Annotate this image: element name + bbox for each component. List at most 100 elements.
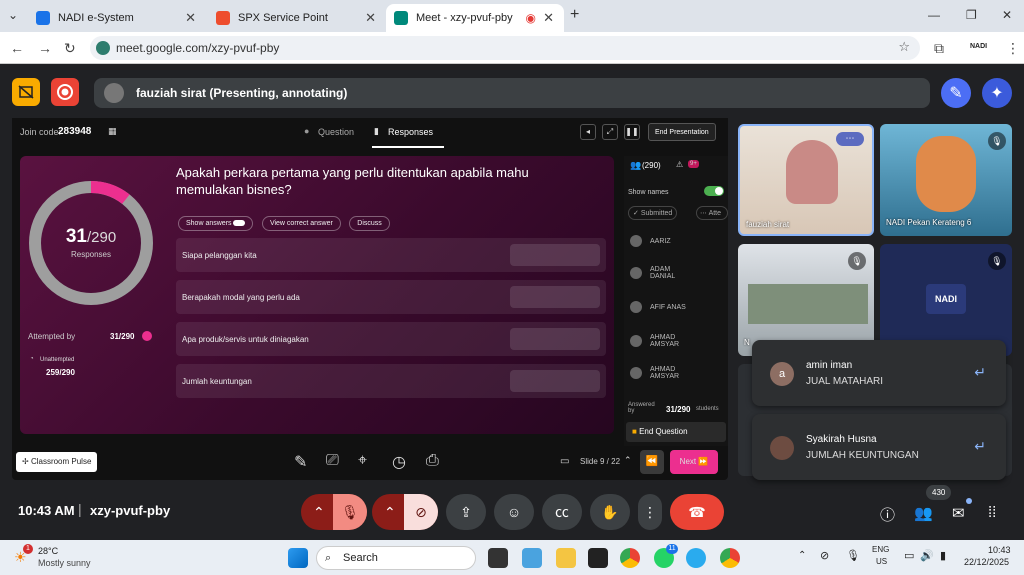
- info-icon[interactable]: ⓘ: [880, 504, 895, 525]
- pen-icon[interactable]: ✎: [294, 452, 307, 472]
- address-bar: ← → ↻ meet.google.com/xzy-pvuf-pby ☆ ⧉ N…: [0, 32, 1024, 64]
- chrome-active-icon[interactable]: [720, 548, 740, 568]
- activities-icon[interactable]: ⁞⁞: [988, 504, 996, 521]
- responses-count: 31: [65, 226, 87, 247]
- tab-responses[interactable]: Responses: [388, 127, 433, 137]
- people-icon[interactable]: 👥: [914, 504, 933, 522]
- participant-tile[interactable]: 🎙 NADI Pekan Kerateng 6: [880, 124, 1012, 236]
- tab-title: Meet - xzy-pvuf-pby: [416, 12, 513, 24]
- battery-icon[interactable]: ▮: [940, 549, 946, 562]
- emoji-icon[interactable]: ☺: [494, 494, 534, 530]
- taskbar-search[interactable]: ⌕ Search: [316, 546, 476, 570]
- nadi-logo: NADI: [926, 284, 966, 314]
- site-info-icon[interactable]: [96, 41, 110, 55]
- show-names-toggle[interactable]: [704, 186, 724, 196]
- present-screen-icon[interactable]: ⇪: [446, 494, 486, 530]
- participant-tile[interactable]: ⋯ fauziah sirat: [738, 124, 874, 236]
- screenshot-icon[interactable]: ⎙: [426, 452, 439, 470]
- show-names-label: Show names: [628, 189, 669, 196]
- next-slide-button[interactable]: Next ⏩: [670, 450, 718, 474]
- volume-icon[interactable]: 🔊: [920, 549, 934, 562]
- captions-icon[interactable]: ㏄: [542, 494, 582, 530]
- language-secondary[interactable]: US: [876, 557, 887, 566]
- leave-call-icon[interactable]: ☎: [670, 494, 724, 530]
- language-primary[interactable]: ENG: [872, 545, 889, 554]
- tab-favicon-icon: [36, 11, 50, 25]
- forward-icon[interactable]: →: [38, 40, 52, 56]
- whiteboard-icon[interactable]: ⎚: [326, 452, 339, 470]
- chat-notification[interactable]: Syakirah Husna JUMLAH KEUNTUNGAN ↵: [752, 414, 1006, 480]
- chrome-icon[interactable]: [620, 548, 640, 568]
- extensions-icon[interactable]: ⧉: [934, 40, 944, 57]
- qr-icon[interactable]: ▦: [108, 126, 117, 137]
- tab-question[interactable]: Question: [318, 127, 354, 137]
- clock-date[interactable]: 22/12/2025: [964, 557, 1009, 567]
- tab-search-icon[interactable]: ⌄: [8, 8, 18, 22]
- menu-kebab-icon[interactable]: ⋮: [1006, 40, 1020, 57]
- previous-slide-button[interactable]: ⏪: [640, 450, 664, 474]
- photos-icon[interactable]: [522, 548, 542, 568]
- mic-control[interactable]: ⌃ 🎙: [301, 494, 367, 530]
- show-hidden-icons-icon[interactable]: ⌃: [798, 550, 806, 561]
- view-correct-answer-button[interactable]: View correct answer: [261, 216, 341, 231]
- stage-header: Join code: 283948 ▦ ● Question ▮ Respons…: [12, 118, 728, 148]
- classroom-pulse-button[interactable]: ✢ Classroom Pulse: [16, 452, 98, 472]
- camera-off-icon[interactable]: ⊘: [404, 494, 438, 530]
- discuss-button[interactable]: Discuss: [349, 216, 390, 231]
- submitted-filter[interactable]: ✓ Submitted: [628, 206, 678, 220]
- student-name: AFIF ANAS: [650, 303, 686, 311]
- mic-off-icon[interactable]: 🎙: [333, 494, 367, 530]
- end-presentation-button[interactable]: End Presentation: [648, 123, 716, 141]
- chat-notification[interactable]: a amin iman JUAL MATAHARI ↵: [752, 340, 1006, 406]
- clock-time[interactable]: 10:43: [988, 545, 1011, 555]
- close-tab-icon[interactable]: ✕: [185, 10, 196, 26]
- file-explorer-icon[interactable]: [556, 548, 576, 568]
- reply-icon[interactable]: ↵: [974, 364, 986, 381]
- chat-icon[interactable]: ✉: [952, 504, 965, 522]
- reply-icon[interactable]: ↵: [974, 438, 986, 455]
- students-panel: 👥 (290) ⚠ 9+ Show names ✓ Submitted ⋯ At…: [624, 156, 728, 446]
- new-tab-icon[interactable]: +: [570, 6, 579, 24]
- profile-badge[interactable]: NADI: [970, 43, 987, 50]
- task-view-icon[interactable]: [488, 548, 508, 568]
- bookmark-star-icon[interactable]: ☆: [898, 39, 910, 55]
- gemini-icon[interactable]: ✦: [982, 78, 1012, 108]
- timer-icon[interactable]: ◷: [392, 452, 406, 472]
- student-row: AARIZ: [630, 230, 726, 252]
- raise-hand-icon[interactable]: ✋: [590, 494, 630, 530]
- mute-audio-icon[interactable]: ◂: [580, 124, 596, 140]
- slide-chevron-up-icon[interactable]: ⌃: [624, 455, 632, 466]
- tab-spx[interactable]: SPX Service Point ✕: [208, 4, 386, 32]
- annotate-pen-icon[interactable]: ✎: [941, 78, 971, 108]
- record-icon[interactable]: [51, 78, 79, 106]
- network-off-icon[interactable]: ⊘: [820, 549, 829, 562]
- display-icon[interactable]: ▭: [904, 549, 914, 562]
- back-icon[interactable]: ←: [10, 40, 24, 56]
- minimize-icon[interactable]: —: [928, 8, 940, 22]
- chevron-up-icon[interactable]: ⌃: [313, 504, 325, 521]
- microphone-icon[interactable]: 🎙: [846, 549, 860, 562]
- telegram-icon[interactable]: [686, 548, 706, 568]
- url-field[interactable]: meet.google.com/xzy-pvuf-pby ☆: [90, 36, 920, 60]
- more-options-icon[interactable]: ⋮: [638, 494, 662, 530]
- app-icon[interactable]: [588, 548, 608, 568]
- tab-nadi-esystem[interactable]: NADI e-System ✕: [28, 4, 206, 32]
- reload-icon[interactable]: ↻: [64, 40, 76, 57]
- fullscreen-icon[interactable]: ⤢: [602, 124, 618, 140]
- show-answers-toggle[interactable]: Show answers: [178, 216, 254, 231]
- more-options-icon[interactable]: ⋯: [836, 132, 864, 146]
- pause-icon[interactable]: ❚❚: [624, 124, 640, 140]
- laser-pointer-icon[interactable]: ⌖: [358, 452, 367, 470]
- attempt-filter[interactable]: ⋯ Atte: [696, 206, 728, 220]
- stop-presenting-icon[interactable]: [12, 78, 40, 106]
- restore-icon[interactable]: ❐: [966, 8, 977, 22]
- start-icon[interactable]: [288, 548, 308, 568]
- end-question-button[interactable]: ■ End Question: [626, 422, 726, 442]
- close-window-icon[interactable]: ✕: [1002, 8, 1012, 22]
- camera-control[interactable]: ⌃ ⊘: [372, 494, 438, 530]
- close-tab-icon[interactable]: ✕: [543, 10, 554, 26]
- slides-grid-icon[interactable]: ▭: [560, 456, 569, 467]
- close-tab-icon[interactable]: ✕: [365, 10, 376, 26]
- tab-meet[interactable]: Meet - xzy-pvuf-pby ◉ ✕: [386, 4, 564, 32]
- chevron-up-icon[interactable]: ⌃: [384, 504, 396, 521]
